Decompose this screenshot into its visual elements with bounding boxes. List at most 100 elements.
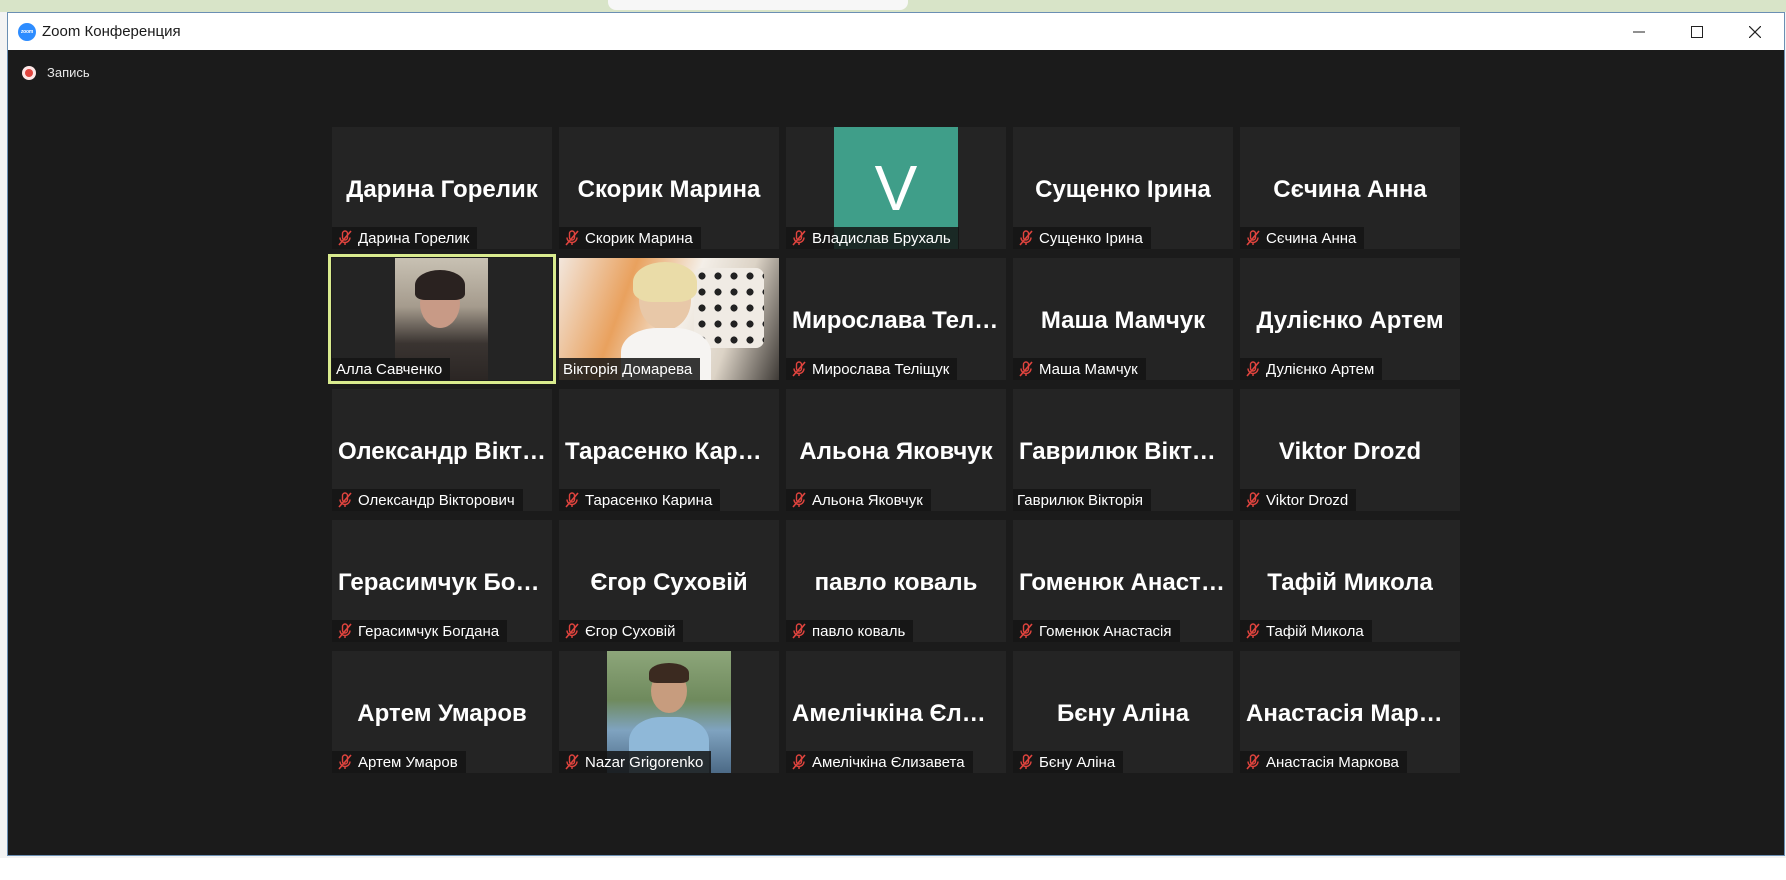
participant-tile[interactable]: Дарина Горелик Дарина Горелик [332, 127, 552, 249]
participant-display-name: Гаврилюк Вікторія [1019, 438, 1233, 465]
window-title: Zoom Конференция [42, 23, 181, 40]
participant-tile[interactable]: Герасимчук Богдана Герасимчук Богдана [332, 520, 552, 642]
participant-tile[interactable]: Альона Яковчук Альона Яковчук [786, 389, 1006, 511]
participant-tile[interactable]: Тарасенко Карина Тарасенко Карина [559, 389, 779, 511]
participant-name-label: Олександр Вікторович [332, 489, 523, 511]
participant-name: Єгор Суховій [585, 622, 676, 640]
participant-tile[interactable]: Скорик Марина Скорик Марина [559, 127, 779, 249]
participant-name-label: Сущенко Ірина [1013, 227, 1151, 249]
maximize-icon [1691, 25, 1703, 38]
muted-mic-icon [336, 491, 354, 509]
participant-display-name: Бєну Аліна [1056, 700, 1190, 727]
participant-tile[interactable]: Тафій Микола Тафій Микола [1240, 520, 1460, 642]
participant-tile[interactable]: Бєну Аліна Бєну Аліна [1013, 651, 1233, 773]
participant-name-label: Гаврилюк Вікторія [1013, 489, 1151, 511]
muted-mic-icon [563, 229, 581, 247]
participant-display-name: Viktor Drozd [1278, 438, 1422, 465]
participant-name: Маша Мамчук [1039, 360, 1138, 378]
participant-tile[interactable]: Алла Савченко [328, 254, 556, 384]
participant-name-label: Дулієнко Артем [1240, 358, 1383, 380]
participant-name: Алла Савченко [336, 360, 443, 378]
minimize-button[interactable] [1610, 13, 1668, 50]
participant-tile[interactable]: Вікторія Домарева [559, 258, 779, 380]
participant-name: Гаврилюк Вікторія [1017, 491, 1143, 509]
title-bar[interactable]: zoom Zoom Конференция [8, 13, 1784, 50]
participant-tile[interactable]: Маша Мамчук Маша Мамчук [1013, 258, 1233, 380]
participant-name-label: Сєчина Анна [1240, 227, 1365, 249]
participant-display-name: Амелічкіна Єлизавета [792, 700, 1006, 727]
participant-display-name: Тарасенко Карина [565, 438, 779, 465]
participant-name-label: Мирослава Теліщук [786, 358, 958, 380]
muted-mic-icon [790, 491, 808, 509]
participant-display-name: Сєчина Анна [1273, 176, 1427, 203]
participant-name: Анастасія Маркова [1266, 753, 1399, 771]
participant-name-label: Nazar Grigorenko [559, 751, 712, 773]
muted-mic-icon [1244, 491, 1262, 509]
participant-tile[interactable]: Сєчина Анна Сєчина Анна [1240, 127, 1460, 249]
participant-tile[interactable]: Nazar Grigorenko [559, 651, 779, 773]
window-controls [1610, 13, 1784, 50]
participant-name: Сущенко Ірина [1039, 229, 1143, 247]
zoom-logo-icon: zoom [18, 22, 36, 41]
muted-mic-icon [563, 491, 581, 509]
participant-display-name: павло коваль [814, 569, 978, 596]
participant-name-label: Єгор Суховій [559, 620, 684, 642]
zoom-window: zoom Zoom Конференция Запись Дарина Горе… [7, 12, 1785, 856]
muted-mic-icon [336, 753, 354, 771]
participant-tile[interactable]: Viktor Drozd Viktor Drozd [1240, 389, 1460, 511]
participant-name: Бєну Аліна [1039, 753, 1116, 771]
participant-name: Тафій Микола [1266, 622, 1364, 640]
muted-mic-icon [336, 229, 354, 247]
participant-name-label: Скорик Марина [559, 227, 701, 249]
participant-display-name: Маша Мамчук [1040, 307, 1206, 334]
participant-display-name: Сущенко Ірина [1035, 176, 1211, 203]
muted-mic-icon [790, 360, 808, 378]
participant-name: Сєчина Анна [1266, 229, 1357, 247]
participant-display-name: Скорик Марина [577, 176, 761, 203]
recording-indicator[interactable]: Запись [22, 65, 90, 80]
participant-tile[interactable]: Дулієнко Артем Дулієнко Артем [1240, 258, 1460, 380]
participant-name-label: Амелічкіна Єлизавета [786, 751, 973, 773]
close-button[interactable] [1726, 13, 1784, 50]
participant-name: Герасимчук Богдана [358, 622, 500, 640]
participant-name: Дарина Горелик [358, 229, 470, 247]
participant-tile[interactable]: Єгор Суховій Єгор Суховій [559, 520, 779, 642]
participant-name: Тарасенко Карина [585, 491, 713, 509]
participant-name-label: Альона Яковчук [786, 489, 931, 511]
muted-mic-icon [336, 622, 354, 640]
participant-name-label: Герасимчук Богдана [332, 620, 508, 642]
participant-name: павло коваль [812, 622, 906, 640]
participant-tile[interactable]: Сущенко Ірина Сущенко Ірина [1013, 127, 1233, 249]
participant-name-label: Владислав Брухаль [786, 227, 959, 249]
background-bottom [0, 858, 1786, 880]
muted-mic-icon [1017, 753, 1035, 771]
participant-name-label: Вікторія Домарева [559, 358, 701, 380]
participant-tile[interactable]: павло коваль павло коваль [786, 520, 1006, 642]
participant-tile[interactable]: Мирослава Теліщук Мирослава Теліщук [786, 258, 1006, 380]
muted-mic-icon [1244, 360, 1262, 378]
muted-mic-icon [1244, 622, 1262, 640]
participant-display-name: Дулієнко Артем [1256, 307, 1444, 334]
participant-name: Олександр Вікторович [358, 491, 515, 509]
participant-display-name: Альона Яковчук [799, 438, 993, 465]
participant-name: Амелічкіна Єлизавета [812, 753, 965, 771]
participant-name: Nazar Grigorenko [585, 753, 704, 771]
participant-display-name: Єгор Суховій [590, 569, 748, 596]
participant-name: Альона Яковчук [812, 491, 923, 509]
participant-tile[interactable]: Гаврилюк Вікторія Гаврилюк Вікторія [1013, 389, 1233, 511]
maximize-button[interactable] [1668, 13, 1726, 50]
participant-tile[interactable]: Амелічкіна Єлизавета Амелічкіна Єлизавета [786, 651, 1006, 773]
participant-name-label: Тарасенко Карина [559, 489, 721, 511]
participant-tile[interactable]: Олександр Вікторович Олександр Вікторович [332, 389, 552, 511]
participant-display-name: Гоменюк Анастасія [1019, 569, 1233, 596]
participant-tile[interactable]: Анастасія Маркова Анастасія Маркова [1240, 651, 1460, 773]
minimize-icon [1633, 31, 1645, 32]
participant-name: Viktor Drozd [1266, 491, 1349, 509]
muted-mic-icon [790, 229, 808, 247]
participant-display-name: Дарина Горелик [346, 176, 538, 203]
participant-display-name: Герасимчук Богдана [338, 569, 552, 596]
participant-tile[interactable]: Артем Умаров Артем Умаров [332, 651, 552, 773]
participant-tile[interactable]: Гоменюк Анастасія Гоменюк Анастасія [1013, 520, 1233, 642]
participant-name-label: Анастасія Маркова [1240, 751, 1407, 773]
participant-tile[interactable]: V Владислав Брухаль [786, 127, 1006, 249]
